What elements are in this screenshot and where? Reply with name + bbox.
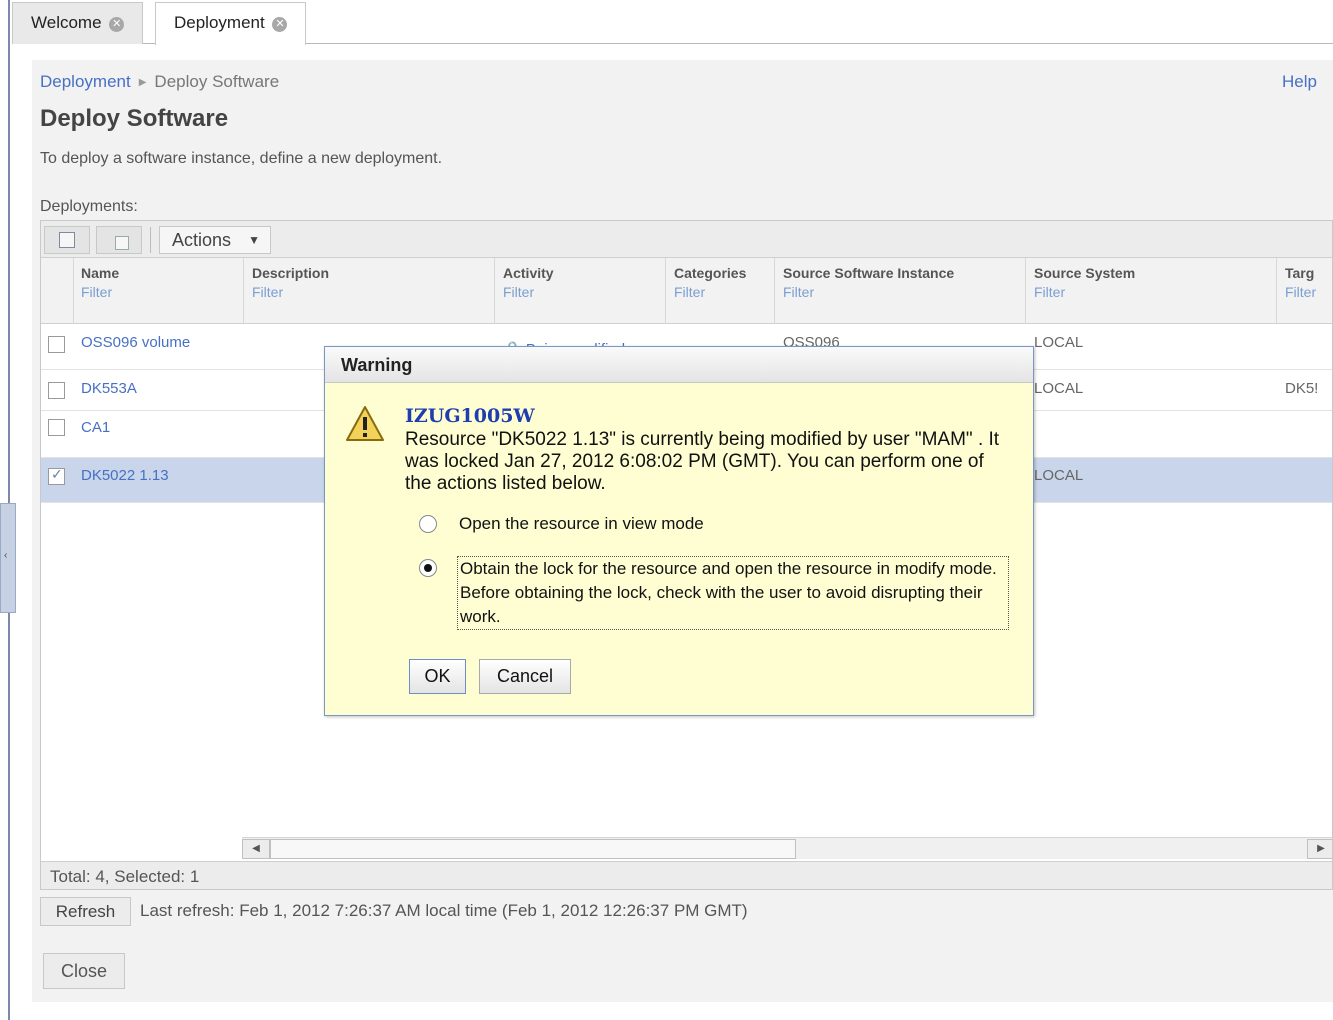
column-description[interactable]: Description Filter — [252, 265, 329, 300]
tab-deployment[interactable]: Deployment ✕ — [155, 2, 307, 45]
help-link[interactable]: Help — [1282, 72, 1317, 92]
scrollbar-thumb[interactable] — [270, 839, 796, 859]
row-source-system: LOCAL — [1034, 380, 1084, 397]
select-all-icon — [59, 232, 75, 248]
column-target[interactable]: Targ Filter — [1285, 265, 1316, 300]
row-checkbox[interactable] — [48, 382, 65, 399]
radio-selected-dot — [424, 564, 432, 572]
filter-link[interactable]: Filter — [674, 284, 746, 300]
filter-link[interactable]: Filter — [81, 284, 119, 300]
message-text: Resource "DK5022 1.13" is currently bein… — [405, 429, 1000, 494]
column-divider — [494, 258, 495, 324]
close-icon[interactable]: ✕ — [109, 17, 125, 32]
filter-link[interactable]: Filter — [503, 284, 554, 300]
column-divider — [665, 258, 666, 324]
column-divider — [774, 258, 775, 324]
filter-link[interactable]: Filter — [252, 284, 329, 300]
table-header: Name Filter Description Filter Activity Fil… — [41, 258, 1332, 324]
breadcrumb: Deployment ▶ Deploy Software — [40, 72, 279, 92]
column-categories[interactable]: Categories Filter — [674, 265, 746, 300]
tab-label: Welcome — [31, 13, 102, 32]
deployments-label: Deployments: — [40, 198, 138, 215]
option-view-mode-label[interactable]: Open the resource in view mode — [459, 512, 704, 536]
column-divider — [1025, 258, 1026, 324]
option-modify-mode-label[interactable]: Obtain the lock for the resource and ope… — [457, 556, 1009, 630]
message-id: IZUG1005W — [405, 405, 535, 427]
column-title: Source Software Instance — [783, 265, 955, 281]
close-button[interactable]: Close — [43, 953, 125, 989]
row-checkbox[interactable] — [48, 419, 65, 436]
tab-welcome[interactable]: Welcome ✕ — [12, 2, 144, 44]
scroll-left-icon[interactable]: ◀ — [242, 839, 270, 859]
refresh-button[interactable]: Refresh — [40, 897, 131, 926]
ok-button[interactable]: OK — [409, 659, 466, 694]
column-title: Description — [252, 265, 330, 281]
table-toolbar: Actions ▼ — [41, 221, 1332, 258]
collapse-navigation-handle[interactable]: ‹ — [0, 503, 16, 613]
column-title: Source System — [1034, 265, 1136, 281]
caret-down-icon: ▼ — [248, 233, 260, 247]
filter-link[interactable]: Filter — [783, 284, 954, 300]
filter-link[interactable]: Filter — [1285, 284, 1316, 300]
actions-menu-button[interactable]: Actions ▼ — [159, 226, 271, 254]
tab-label: Deployment — [174, 13, 265, 32]
column-title: Activity — [503, 265, 554, 281]
filter-link[interactable]: Filter — [1034, 284, 1135, 300]
actions-label: Actions — [172, 230, 232, 250]
row-checkbox[interactable]: ✓ — [48, 466, 65, 485]
scroll-right-icon[interactable]: ▶ — [1307, 839, 1332, 859]
column-source-system[interactable]: Source System Filter — [1034, 265, 1135, 300]
deselect-icon — [115, 236, 129, 250]
row-source-system: LOCAL — [1034, 334, 1084, 351]
radio-view-mode[interactable] — [419, 515, 437, 533]
row-name-link[interactable]: DK553A — [81, 380, 137, 397]
chevron-left-icon: ‹ — [4, 550, 8, 561]
column-name[interactable]: Name Filter — [81, 265, 119, 300]
last-refresh-text: Last refresh: Feb 1, 2012 7:26:37 AM loc… — [140, 901, 748, 920]
dialog-title[interactable]: Warning — [325, 347, 1033, 383]
column-divider — [73, 258, 74, 324]
checkmark-icon: ✓ — [51, 466, 63, 482]
column-activity[interactable]: Activity Filter — [503, 265, 554, 300]
warning-dialog: Warning IZUG1005W Resource "DK5022 1.13"… — [324, 346, 1034, 716]
row-name-link[interactable]: OSS096 volume — [81, 334, 190, 351]
column-divider — [1276, 258, 1277, 324]
cancel-button[interactable]: Cancel — [479, 659, 571, 694]
page-title: Deploy Software — [40, 105, 229, 132]
intro-text: To deploy a software instance, define a … — [40, 150, 443, 167]
row-checkbox[interactable] — [48, 336, 65, 353]
column-divider — [243, 258, 244, 324]
column-title: Targ — [1285, 265, 1315, 281]
row-name-link[interactable]: DK5022 1.13 — [81, 467, 169, 484]
warning-icon — [346, 406, 384, 441]
row-name-link[interactable]: CA1 — [81, 419, 110, 436]
breadcrumb-current: Deploy Software — [154, 72, 280, 91]
radio-modify-mode[interactable] — [419, 559, 437, 577]
selection-status: Total: 4, Selected: 1 — [41, 861, 1332, 889]
row-source-system: LOCAL — [1034, 467, 1084, 484]
select-all-button[interactable] — [44, 226, 90, 254]
column-title: Categories — [674, 265, 747, 281]
close-icon[interactable]: ✕ — [272, 17, 288, 32]
breadcrumb-link-deployment[interactable]: Deployment — [40, 72, 131, 91]
column-title: Name — [81, 265, 120, 281]
chevron-right-icon: ▶ — [138, 77, 147, 88]
row-target: DK5! — [1285, 380, 1319, 397]
deselect-all-button[interactable] — [96, 226, 142, 254]
horizontal-scrollbar[interactable]: ◀ ▶ — [242, 837, 1332, 859]
toolbar-divider — [150, 227, 151, 253]
tab-bar: Welcome ✕ Deployment ✕ — [12, 0, 1333, 45]
column-source-software-instance[interactable]: Source Software Instance Filter — [783, 265, 954, 300]
